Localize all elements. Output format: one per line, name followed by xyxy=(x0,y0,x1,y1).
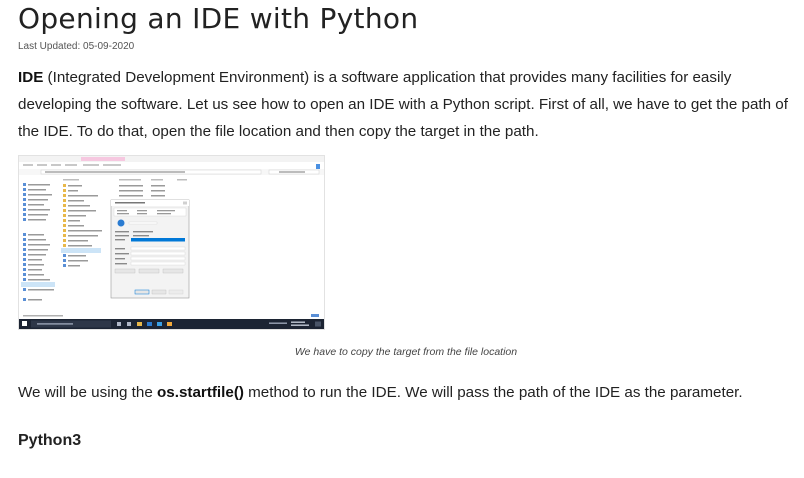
method-paragraph: We will be using the os.startfile() meth… xyxy=(18,379,788,406)
method-text-before: We will be using the xyxy=(18,384,158,401)
last-updated: Last Updated: 05-09-2020 xyxy=(18,41,135,52)
intro-text: (Integrated Development Environment) is … xyxy=(18,69,788,140)
method-text-after: method to run the IDE. We will pass the … xyxy=(243,384,743,401)
intro-paragraph: IDE (Integrated Development Environment)… xyxy=(18,64,788,145)
screenshot-image xyxy=(18,155,325,330)
section-heading: Python3 xyxy=(18,432,82,449)
ide-term: IDE xyxy=(18,69,44,86)
method-code: os.startfile() xyxy=(157,384,244,401)
page-title: Opening an IDE with Python xyxy=(18,2,419,35)
file-explorer-screenshot xyxy=(19,156,324,329)
image-caption: We have to copy the target from the file… xyxy=(294,346,518,358)
